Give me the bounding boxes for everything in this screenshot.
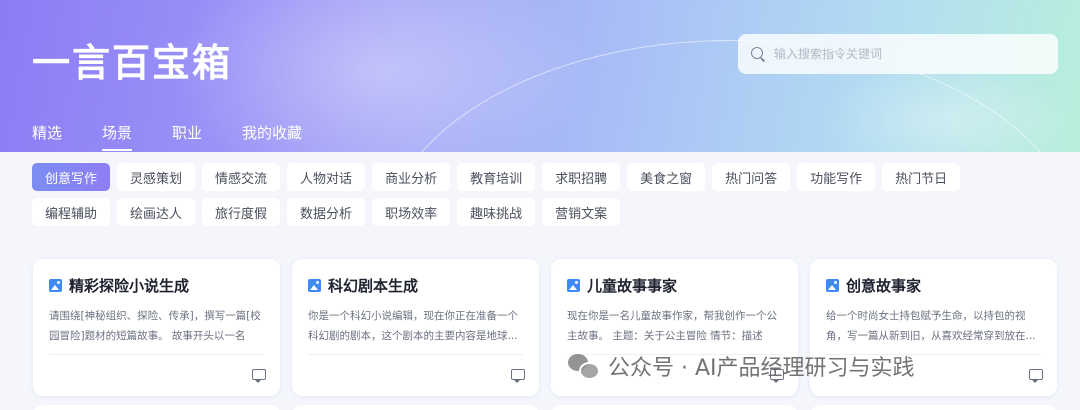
category-chip-inspiration[interactable]: 灵感策划 [117,163,196,191]
category-chip-recruiting[interactable]: 求职招聘 [542,163,621,191]
category-chip-business-analysis[interactable]: 商业分析 [372,163,451,191]
category-chip-food[interactable]: 美食之窗 [627,163,706,191]
card-title: 精彩探险小说生成 [69,277,190,295]
card-description: 现在你是一名儿童故事作家，帮我创作一个公主故事。 主题：关于公主冒险 情节：描述… [567,310,777,342]
main-nav: 精选 场景 职业 我的收藏 [32,122,342,151]
prompt-card[interactable]: 精彩探险小说生成 请围绕[神秘组织、探险、传承]，撰写一篇[校园冒险]题材的短篇… [33,259,280,396]
image-icon [308,279,321,292]
prompt-card[interactable]: 科幻剧本生成 你是一个科幻小说编辑，现在你正在准备一个科幻剧的剧本，这个剧本的主… [292,259,539,396]
category-chip-emotional[interactable]: 情感交流 [202,163,281,191]
image-icon [49,279,62,292]
next-card-row [33,405,1057,410]
card-peek [292,405,539,410]
image-icon [826,279,839,292]
card-peek [810,405,1057,410]
tab-scenes[interactable]: 场景 [102,122,133,151]
card-divider [308,354,523,355]
card-description: 给一个时尚女士持包赋予生命，以持包的视角，写一篇从新到旧，从喜欢经常穿到放在..… [826,310,1036,342]
watermark-text: 公众号 · AI产品经理研习与实践 [608,356,915,381]
wechat-icon [568,354,600,380]
card-divider [49,354,264,355]
category-chips: 创意写作 灵感策划 情感交流 人物对话 商业分析 教育培训 求职招聘 美食之窗 … [32,163,1042,226]
chat-icon[interactable] [1029,369,1043,383]
category-chip-workplace[interactable]: 职场效率 [372,198,451,226]
card-title: 科幻剧本生成 [328,277,419,295]
card-peek [33,405,280,410]
category-chip-fun-challenge[interactable]: 趣味挑战 [457,198,536,226]
category-chip-functional-writing[interactable]: 功能写作 [797,163,876,191]
card-title: 创意故事家 [846,277,922,295]
category-chip-marketing[interactable]: 营销文案 [542,198,621,226]
tab-featured[interactable]: 精选 [32,122,62,151]
card-header: 创意故事家 [826,275,1041,296]
card-title: 儿童故事事家 [587,277,678,295]
search-input[interactable] [774,47,1044,61]
tab-professions[interactable]: 职业 [172,122,202,151]
chat-icon[interactable] [252,369,266,383]
card-header: 儿童故事事家 [567,275,782,296]
watermark: 公众号 · AI产品经理研习与实践 [568,350,915,382]
category-chip-character-dialogue[interactable]: 人物对话 [287,163,366,191]
category-chip-data-analysis[interactable]: 数据分析 [287,198,366,226]
hero-banner: 一言百宝箱 精选 场景 职业 我的收藏 [0,0,1080,152]
app-title: 一言百宝箱 [32,41,233,85]
card-header: 科幻剧本生成 [308,275,523,296]
category-chip-travel[interactable]: 旅行度假 [202,198,281,226]
tab-my-favorites[interactable]: 我的收藏 [242,122,302,151]
card-peek [551,405,798,410]
category-chip-drawing[interactable]: 绘画达人 [117,198,196,226]
card-description: 请围绕[神秘组织、探险、传承]，撰写一篇[校园冒险]题材的短篇故事。 故事开头以… [49,310,261,342]
category-chip-hot-qa[interactable]: 热门问答 [712,163,791,191]
category-chip-creative-writing[interactable]: 创意写作 [32,163,111,191]
card-header: 精彩探险小说生成 [49,275,264,296]
chat-icon[interactable] [511,369,525,383]
category-chip-holidays[interactable]: 热门节日 [882,163,961,191]
image-icon [567,279,580,292]
category-chip-education[interactable]: 教育培训 [457,163,536,191]
search-icon [750,46,766,62]
search-box[interactable] [738,34,1058,74]
category-chip-coding[interactable]: 编程辅助 [32,198,111,226]
card-description: 你是一个科幻小说编辑，现在你正在准备一个科幻剧的剧本，这个剧本的主要内容是地球.… [308,310,518,342]
